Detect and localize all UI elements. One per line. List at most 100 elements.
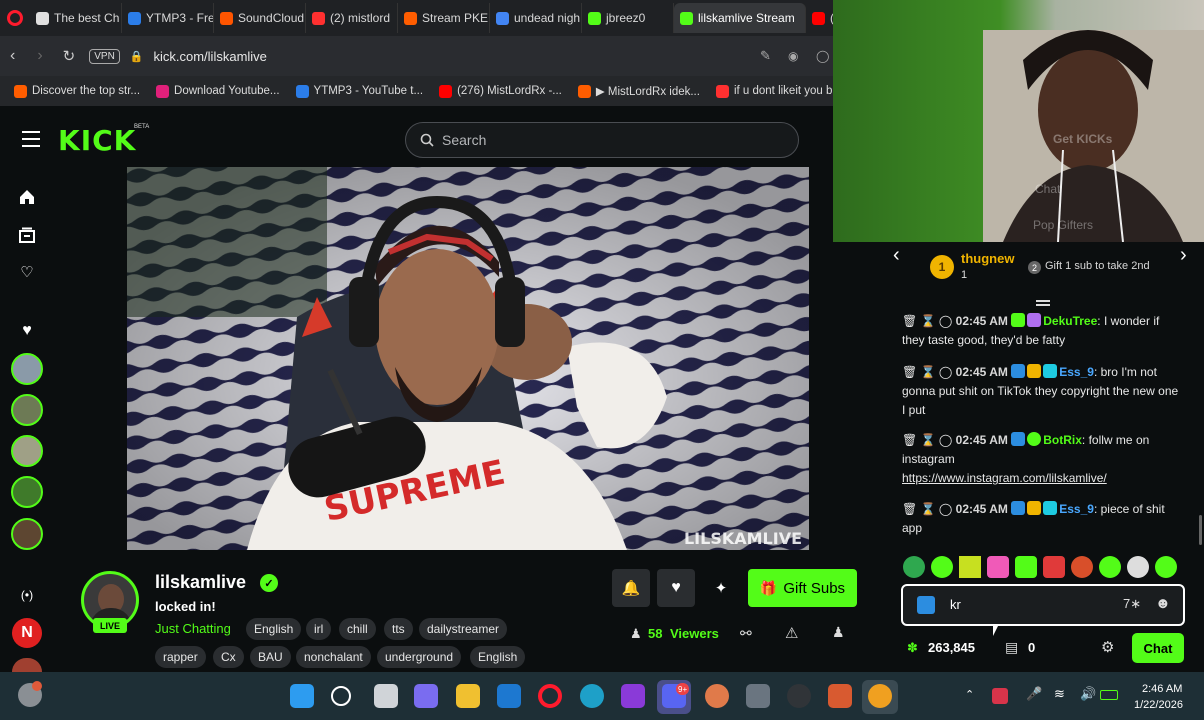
clipchamp-icon[interactable] — [621, 684, 645, 708]
message-username[interactable]: DekuTree — [1043, 314, 1097, 328]
bookmark-item[interactable]: Discover the top str... — [8, 84, 146, 98]
trash-icon[interactable]: 🗑 — [902, 433, 917, 447]
browser-tab[interactable]: (2) mistlord — [306, 3, 398, 33]
share-icon[interactable]: ⚯ — [740, 625, 752, 642]
clock-date[interactable]: 1/22/2026 — [1134, 699, 1183, 711]
camera-app-icon[interactable] — [746, 684, 770, 708]
gift-sub-cta[interactable]: Gift 1 sub to take 2nd — [1045, 260, 1150, 272]
emote-icon[interactable] — [1043, 556, 1065, 578]
timeout-icon[interactable]: ⌛ — [921, 314, 936, 328]
camera-icon[interactable]: ◉ — [788, 49, 798, 63]
settings-gear-icon[interactable]: ⚙ — [1101, 638, 1114, 656]
emote-icon[interactable] — [903, 556, 925, 578]
ban-icon[interactable]: ◯ — [939, 502, 952, 516]
chevron-right-icon[interactable]: › — [1180, 244, 1187, 267]
search-icon[interactable] — [331, 686, 351, 706]
browser-tab[interactable]: jbreez0 — [582, 3, 674, 33]
followed-channel-avatar[interactable] — [11, 518, 43, 550]
emote-icon[interactable] — [987, 556, 1009, 578]
gift-subs-button[interactable]: 🎁 Gift Subs — [748, 569, 857, 607]
microphone-icon[interactable]: 🎤 — [1026, 686, 1042, 702]
bookmark-item[interactable]: Download Youtube... — [150, 84, 286, 98]
shield-icon[interactable]: ◯ — [816, 49, 829, 63]
followed-channel-avatar[interactable] — [11, 353, 43, 385]
emote-icon[interactable] — [959, 556, 981, 578]
stream-tag[interactable]: nonchalant — [296, 646, 371, 668]
emote-icon[interactable] — [931, 556, 953, 578]
edit-icon[interactable]: ✎ — [760, 48, 771, 64]
top-gifter-name[interactable]: thugnew — [961, 251, 1014, 266]
channel-name[interactable]: lilskamlive — [155, 572, 246, 593]
message-link[interactable]: https://www.instagram.com/lilskamlive/ — [902, 471, 1107, 485]
vpn-badge[interactable]: VPN — [89, 48, 120, 64]
clock-time[interactable]: 2:46 AM — [1142, 683, 1182, 695]
report-icon[interactable]: ⚠ — [785, 624, 798, 642]
bookmark-item[interactable]: if u dont likeit you b... — [710, 84, 848, 98]
follow-button[interactable]: ♥ — [657, 569, 695, 607]
emote-icon[interactable] — [1155, 556, 1177, 578]
bookmark-item[interactable]: ▶ MistLordRx idek... — [572, 84, 706, 98]
tray-overflow-icon[interactable]: ⌃ — [965, 688, 974, 701]
back-icon[interactable]: ‹ — [10, 47, 15, 65]
browser-tab[interactable]: SoundCloud — [214, 3, 306, 33]
browser-tab[interactable]: The best Ch — [30, 3, 122, 33]
chat-scrollbar[interactable] — [1199, 515, 1202, 545]
video-player[interactable]: SUPREME LILSKAMLIVE — [127, 167, 809, 550]
notification-bell-button[interactable]: 🔔 — [612, 569, 650, 607]
stream-tag[interactable]: English — [246, 618, 302, 640]
emote-icon[interactable] — [1015, 556, 1037, 578]
outlook-icon[interactable] — [497, 684, 521, 708]
followed-channel-avatar[interactable] — [11, 435, 43, 467]
stream-tag[interactable]: dailystreamer — [419, 618, 508, 640]
sparkle-button[interactable]: ✦ — [702, 569, 740, 607]
emoji-picker-icon[interactable]: ☻ — [1155, 595, 1171, 612]
wifi-icon[interactable]: ≋ — [1054, 686, 1065, 702]
start-icon[interactable] — [290, 684, 314, 708]
browse-icon[interactable] — [14, 222, 40, 248]
message-username[interactable]: Ess_9 — [1059, 365, 1094, 379]
volume-icon[interactable]: 🔊 — [1080, 686, 1096, 702]
ban-icon[interactable]: ◯ — [939, 314, 952, 328]
file-explorer-icon[interactable] — [456, 684, 480, 708]
stream-tag[interactable]: English — [470, 646, 526, 668]
search-bar[interactable]: Search — [405, 122, 799, 158]
trash-icon[interactable]: 🗑 — [902, 365, 917, 379]
store-icon[interactable]: ▤ — [1005, 639, 1018, 656]
stream-tag[interactable]: BAU — [250, 646, 291, 668]
timeout-icon[interactable]: ⌛ — [921, 502, 936, 516]
message-username[interactable]: BotRix — [1043, 433, 1082, 447]
battery-icon[interactable] — [1100, 690, 1118, 700]
stream-tag[interactable]: rapper — [155, 646, 206, 668]
home-icon[interactable] — [14, 184, 40, 210]
edge-icon[interactable] — [580, 684, 604, 708]
timeout-icon[interactable]: ⌛ — [921, 365, 936, 379]
ban-icon[interactable]: ◯ — [939, 433, 952, 447]
browser-tab[interactable]: Stream PKE — [398, 3, 490, 33]
user-settings-icon[interactable]: ♟ — [832, 624, 845, 641]
reload-icon[interactable]: ↻ — [63, 47, 76, 65]
stream-category[interactable]: Just Chatting — [155, 621, 231, 636]
following-heart-icon[interactable]: ♡ — [14, 259, 40, 285]
menu-icon[interactable] — [22, 131, 40, 147]
chat-input-box[interactable]: kr 7∗ ☻ — [901, 584, 1185, 626]
browser-tab[interactable]: undead nigh — [490, 3, 582, 33]
url-field[interactable]: kick.com/lilskamlive — [154, 49, 267, 64]
send-chat-button[interactable]: Chat — [1132, 633, 1184, 663]
followed-channel-avatar[interactable] — [11, 394, 43, 426]
live-broadcast-icon[interactable]: (•) — [14, 582, 40, 608]
stream-tag[interactable]: Cx — [213, 646, 244, 668]
browser-tab[interactable]: YTMP3 - Fre — [122, 3, 214, 33]
bookmark-item[interactable]: (276) MistLordRx -... — [433, 84, 568, 98]
trash-icon[interactable]: 🗑 — [902, 314, 917, 328]
tray-app-icon[interactable] — [992, 688, 1008, 704]
news-n-icon[interactable]: N — [12, 618, 42, 648]
forward-icon[interactable]: › — [37, 47, 42, 65]
message-username[interactable]: Ess_9 — [1059, 502, 1094, 516]
browser-tab[interactable]: lilskamlive Stream — [674, 3, 806, 33]
obs-icon[interactable] — [787, 684, 811, 708]
quick-emote-icon[interactable]: 7∗ — [1123, 596, 1141, 612]
stream-tag[interactable]: underground — [377, 646, 462, 668]
stream-tag[interactable]: irl — [306, 618, 332, 640]
opera-taskbar-icon[interactable] — [538, 684, 562, 708]
app-icon[interactable] — [705, 684, 729, 708]
